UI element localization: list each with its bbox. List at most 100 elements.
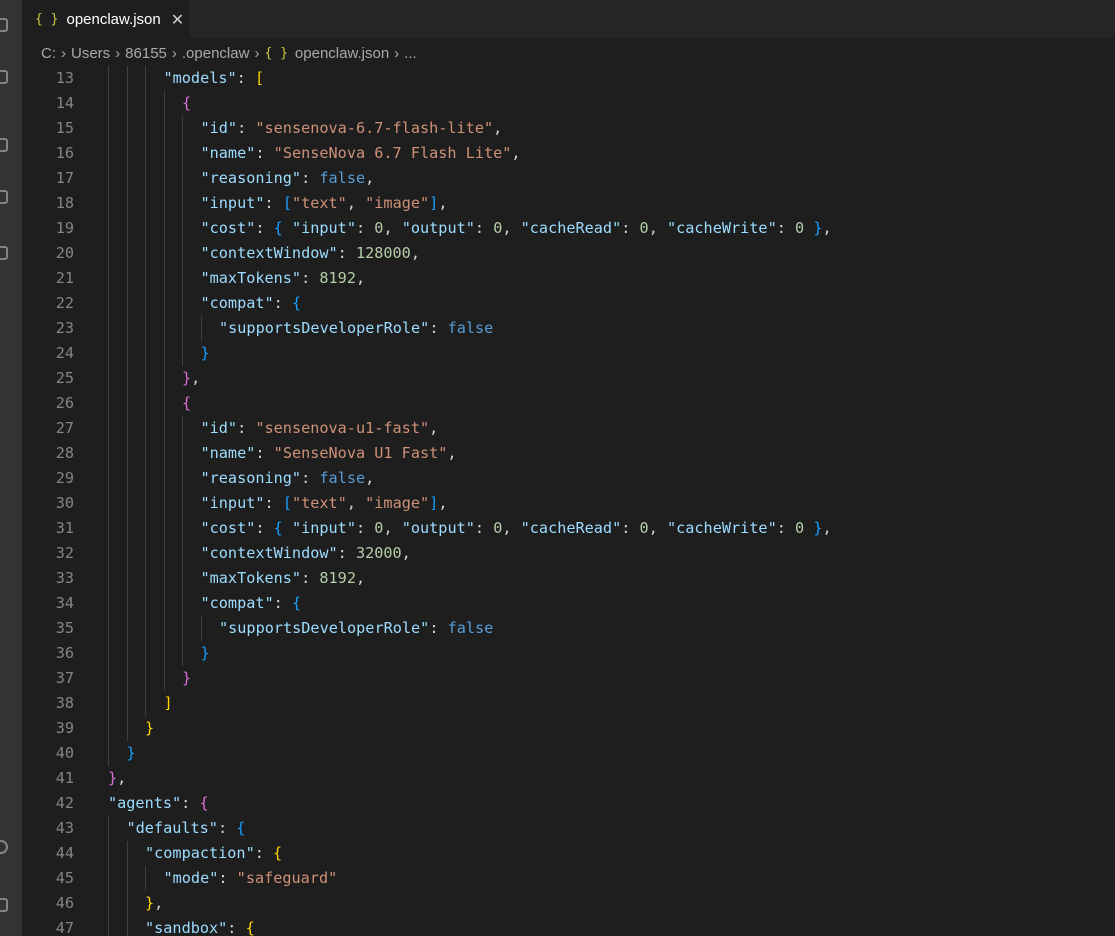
code-line[interactable]: 34 "compat": { <box>22 591 1115 616</box>
indent-guide <box>126 491 128 516</box>
code-token: false <box>447 619 494 637</box>
code-line[interactable]: 36} <box>22 641 1115 666</box>
code-line[interactable]: 13 "models": [ <box>22 66 1115 91</box>
code-line[interactable]: 41}, <box>22 766 1115 791</box>
code-line[interactable]: 22 "compat": { <box>22 291 1115 316</box>
code-text: }, <box>145 891 163 916</box>
code-token: } <box>804 519 823 537</box>
code-line[interactable]: 17 "reasoning": false, <box>22 166 1115 191</box>
indent-guide <box>145 441 146 466</box>
extensions-icon[interactable] <box>0 246 8 260</box>
code-line[interactable]: 44 "compaction": { <box>22 841 1115 866</box>
code-line[interactable]: 35 "supportsDeveloperRole": false <box>22 616 1115 641</box>
indent-guide <box>108 516 109 541</box>
code-token: "agents" <box>108 794 182 812</box>
indent-guide <box>163 241 165 266</box>
code-token: , <box>365 469 375 487</box>
line-number: 22 <box>55 294 74 312</box>
code-line[interactable]: 21 "maxTokens": 8192, <box>22 266 1115 291</box>
json-file-icon: { } <box>35 11 59 27</box>
indent-guide <box>108 91 109 116</box>
code-line[interactable]: 30 "input": ["text", "image"], <box>22 491 1115 516</box>
code-line[interactable]: 32 "contextWindow": 32000, <box>22 541 1115 566</box>
code-token: , <box>365 169 375 187</box>
code-line[interactable]: 20 "contextWindow": 128000, <box>22 241 1115 266</box>
source-control-icon[interactable] <box>0 138 8 152</box>
code-line[interactable]: 27 "id": "sensenova-u1-fast", <box>22 416 1115 441</box>
breadcrumb-item-file[interactable]: openclaw.json <box>295 45 389 62</box>
code-text: "reasoning": false, <box>201 166 375 191</box>
breadcrumb-item-users[interactable]: Users <box>71 45 110 62</box>
code-editor[interactable]: 13 "models": [14{15 "id": "sensenova-6.7-f… <box>22 66 1115 936</box>
code-token: : <box>181 794 200 812</box>
line-number: 27 <box>55 419 74 437</box>
line-number: 23 <box>55 319 74 337</box>
code-line[interactable]: 26 { <box>22 391 1115 416</box>
code-line[interactable]: 40} <box>22 741 1115 766</box>
indent-guide <box>145 541 146 566</box>
code-line[interactable]: 33 "maxTokens": 8192, <box>22 566 1115 591</box>
breadcrumb-item-user[interactable]: 86155 <box>125 45 167 62</box>
code-token: : <box>255 444 274 462</box>
search-icon[interactable] <box>0 70 8 84</box>
indent-guide <box>163 616 165 641</box>
code-token: : <box>264 494 283 512</box>
code-text: "maxTokens": 8192, <box>201 566 366 591</box>
code-token: "cacheWrite" <box>666 519 777 537</box>
code-line[interactable]: 38] <box>22 691 1115 716</box>
run-debug-icon[interactable] <box>0 190 8 204</box>
tab-openclaw-json[interactable]: { } openclaw.json ✕ <box>22 0 189 38</box>
line-number: 38 <box>55 694 74 712</box>
breadcrumb-item-folder[interactable]: .openclaw <box>182 45 250 62</box>
indent-guide <box>200 616 202 641</box>
code-line[interactable]: 29 "reasoning": false, <box>22 466 1115 491</box>
code-line[interactable]: 14 { <box>22 91 1115 116</box>
code-token: 0 <box>493 519 503 537</box>
breadcrumb-item-drive[interactable]: C: <box>41 45 56 62</box>
code-token: : <box>429 619 448 637</box>
indent-guide <box>182 141 183 166</box>
indent-guide <box>145 116 146 141</box>
code-line[interactable]: 18 "input": ["text", "image"], <box>22 191 1115 216</box>
line-number: 16 <box>55 144 74 162</box>
code-token: "cacheRead" <box>520 519 622 537</box>
account-icon[interactable] <box>0 840 8 854</box>
code-line[interactable]: 24} <box>22 341 1115 366</box>
code-line[interactable]: 23 "supportsDeveloperRole": false <box>22 316 1115 341</box>
code-line[interactable]: 16 "name": "SenseNova 6.7 Flash Lite", <box>22 141 1115 166</box>
indent-guide <box>163 466 165 491</box>
code-line[interactable]: 37} <box>22 666 1115 691</box>
code-token: { <box>245 919 255 936</box>
close-icon[interactable]: ✕ <box>171 10 184 29</box>
breadcrumb-item-symbol[interactable]: ... <box>404 45 417 62</box>
settings-gear-icon[interactable] <box>0 898 8 912</box>
code-token: : <box>255 219 274 237</box>
code-token: "name" <box>200 444 256 462</box>
indent-guide <box>182 191 183 216</box>
code-token: : <box>776 519 796 537</box>
line-number: 31 <box>55 519 74 537</box>
code-line[interactable]: 39} <box>22 716 1115 741</box>
code-line[interactable]: 28 "name": "SenseNova U1 Fast", <box>22 441 1115 466</box>
code-line[interactable]: 15 "id": "sensenova-6.7-flash-lite", <box>22 116 1115 141</box>
indent-guide <box>145 141 146 166</box>
line-number: 35 <box>55 619 74 637</box>
code-line[interactable]: 46}, <box>22 891 1115 916</box>
code-line[interactable]: 42 "agents": { <box>22 791 1115 816</box>
code-line[interactable]: 31 "cost": { "input": 0, "output": 0, "ca… <box>22 516 1115 541</box>
indent-guide <box>108 841 109 866</box>
code-line[interactable]: 47 "sandbox": { <box>22 916 1115 936</box>
tab-bar: { } openclaw.json ✕ <box>22 0 1115 38</box>
code-token: : <box>355 519 375 537</box>
code-token: , <box>355 569 366 587</box>
code-line[interactable]: 45 "mode": "safeguard" <box>22 866 1115 891</box>
code-line[interactable]: 25}, <box>22 366 1115 391</box>
explorer-icon[interactable] <box>0 18 8 32</box>
code-token: : <box>236 69 255 87</box>
code-line[interactable]: 43 "defaults": { <box>22 816 1115 841</box>
code-token: : <box>255 144 274 162</box>
indent-guide <box>126 666 128 691</box>
indent-guide <box>108 141 109 166</box>
code-line[interactable]: 19 "cost": { "input": 0, "output": 0, "ca… <box>22 216 1115 241</box>
indent-guide <box>145 166 146 191</box>
